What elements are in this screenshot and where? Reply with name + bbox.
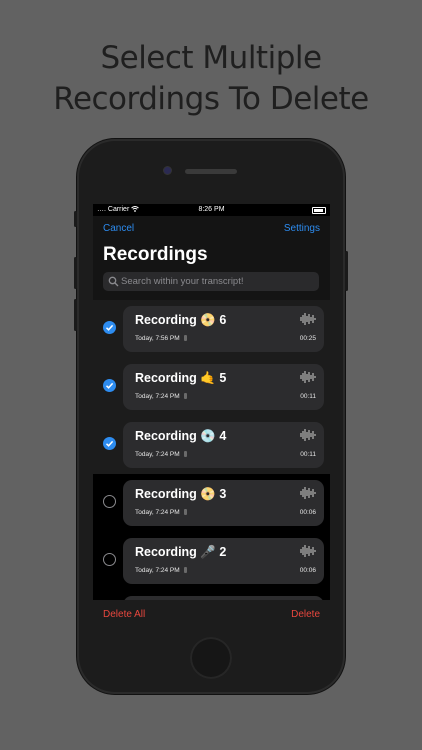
recording-meta: Today, 7:24 PM (135, 393, 187, 400)
recording-card[interactable]: Recording 📀 6 Today, 7:56 PM 00:25 (123, 306, 324, 352)
recording-duration: 00:11 (300, 451, 316, 458)
recording-name: Recording 🤙 5 (135, 371, 227, 385)
unchecked-circle-icon[interactable] (103, 495, 116, 508)
recording-meta: Today, 7:24 PM (135, 451, 187, 458)
checkmark-icon[interactable] (103, 437, 116, 450)
transcript-icon (183, 335, 187, 341)
recording-duration: 00:25 (299, 335, 316, 342)
recording-duration: 00:06 (299, 567, 316, 574)
recording-card[interactable]: Recording 💿 4 Today, 7:24 PM 00:11 (123, 422, 324, 468)
cancel-button[interactable]: Cancel (103, 223, 134, 234)
recording-meta: Today, 7:56 PM (135, 335, 187, 342)
recordings-list: Recording 📀 6 Today, 7:56 PM 00:25 Recor… (93, 300, 330, 606)
list-item-partial (93, 590, 330, 606)
waveform-icon (300, 429, 316, 441)
recording-name: Recording 📀 6 (135, 313, 227, 327)
power-button (345, 251, 348, 291)
checkmark-icon[interactable] (103, 321, 116, 334)
list-item[interactable]: Recording 📀 6 Today, 7:56 PM 00:25 (93, 300, 330, 358)
marketing-headline: Select Multiple Recordings To Delete (0, 38, 422, 120)
recording-card[interactable]: Recording 🎤 2 Today, 7:24 PM 00:06 (123, 538, 324, 584)
page-title: Recordings (103, 244, 208, 265)
home-button[interactable] (190, 637, 232, 679)
checkmark-icon[interactable] (103, 379, 116, 392)
nav-header: Cancel Settings Recordings Search within… (93, 216, 330, 300)
recording-card[interactable]: Recording 🤙 5 Today, 7:24 PM 00:11 (123, 364, 324, 410)
app-screen: …. Carrier 8:26 PM Cancel Settings Recor… (93, 204, 330, 628)
settings-button[interactable]: Settings (284, 223, 320, 234)
bottom-toolbar: Delete All Delete (93, 600, 330, 628)
recording-name: Recording 🎤 2 (135, 545, 227, 559)
list-item[interactable]: Recording 💿 4 Today, 7:24 PM 00:11 (93, 416, 330, 474)
status-time: 8:26 PM (198, 206, 225, 213)
recording-duration: 00:11 (300, 393, 316, 400)
recording-card[interactable]: Recording 📀 3 Today, 7:24 PM 00:06 (123, 480, 324, 526)
battery-icon (312, 207, 326, 214)
search-input[interactable]: Search within your transcript! (103, 272, 319, 291)
transcript-icon (183, 509, 187, 515)
search-icon (108, 276, 119, 287)
unchecked-circle-icon[interactable] (103, 553, 116, 566)
volume-up-button (74, 257, 77, 289)
transcript-icon (183, 393, 187, 399)
recording-name: Recording 💿 4 (135, 429, 227, 443)
earpiece-speaker (185, 169, 237, 174)
headline-line-1: Select Multiple (100, 40, 322, 76)
front-camera (164, 167, 171, 174)
waveform-icon (300, 371, 316, 383)
transcript-icon (183, 451, 187, 457)
volume-down-button (74, 299, 77, 331)
mute-switch (74, 211, 77, 227)
headline-line-2: Recordings To Delete (53, 81, 369, 117)
phone-frame: …. Carrier 8:26 PM Cancel Settings Recor… (74, 139, 348, 694)
waveform-icon (300, 487, 316, 499)
transcript-icon (183, 567, 187, 573)
list-item[interactable]: Recording 📀 3 Today, 7:24 PM 00:06 (93, 474, 330, 532)
status-bar: …. Carrier 8:26 PM (93, 204, 330, 216)
search-placeholder: Search within your transcript! (121, 276, 244, 287)
list-item[interactable]: Recording 🎤 2 Today, 7:24 PM 00:06 (93, 532, 330, 590)
waveform-icon (300, 313, 316, 325)
waveform-icon (300, 545, 316, 557)
delete-all-button[interactable]: Delete All (103, 609, 145, 620)
recording-meta: Today, 7:24 PM (135, 509, 187, 516)
list-item[interactable]: Recording 🤙 5 Today, 7:24 PM 00:11 (93, 358, 330, 416)
recording-duration: 00:06 (299, 509, 316, 516)
recording-meta: Today, 7:24 PM (135, 567, 187, 574)
recording-name: Recording 📀 3 (135, 487, 227, 501)
delete-button[interactable]: Delete (291, 609, 320, 620)
